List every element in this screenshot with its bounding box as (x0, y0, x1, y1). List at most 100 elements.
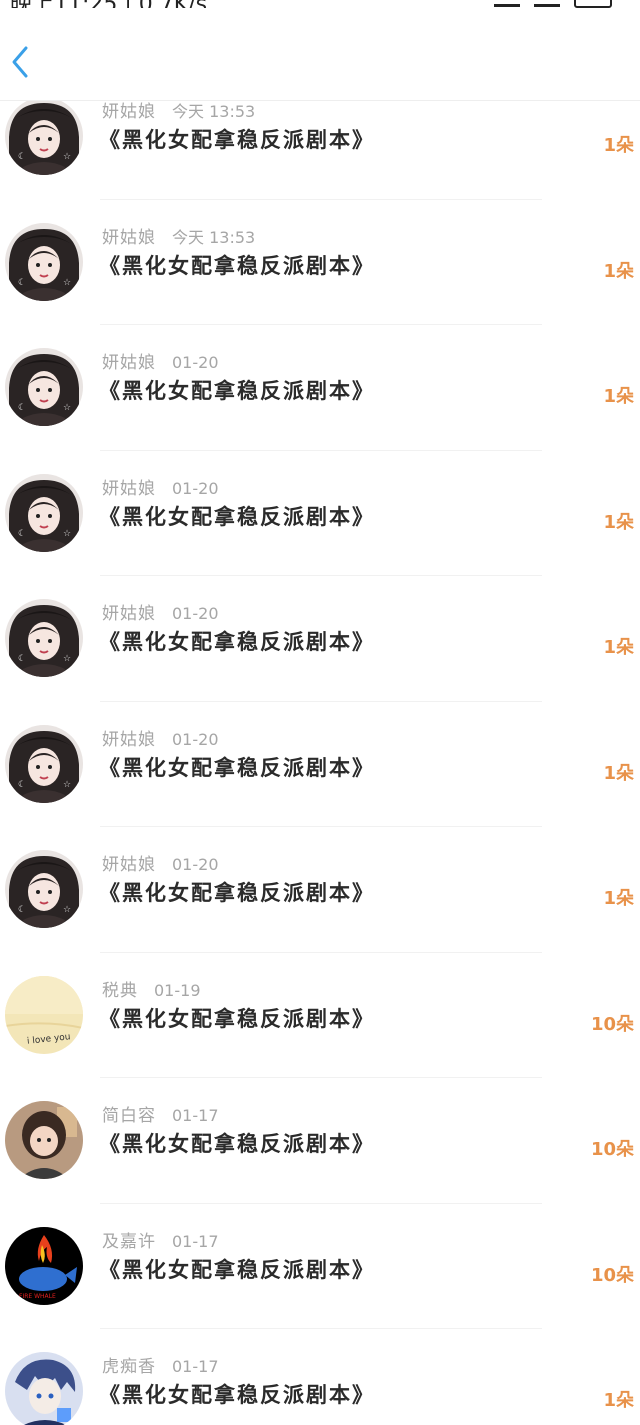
book-title[interactable]: 《黑化女配拿稳反派剧本》 (99, 1379, 375, 1409)
flower-count: 1朵 (603, 637, 634, 658)
user-name: 及嘉许 (102, 1231, 156, 1252)
reward-row[interactable]: ☾ ☆ 妍姑娘 01-20 《黑化女配拿稳反派剧本》 1朵 (0, 576, 640, 702)
reward-meta: 虎痴香 01-17 (102, 1352, 219, 1377)
user-name: 虎痴香 (102, 1357, 156, 1377)
reward-row[interactable]: ☾ ☆ 妍姑娘 今天 13:53 《黑化女配拿稳反派剧本》 1朵 (0, 200, 640, 325)
flower-count: 10朵 (590, 1264, 634, 1286)
reward-time: 今天 13:53 (172, 102, 256, 121)
reward-time: 01-20 (172, 604, 219, 623)
avatar[interactable]: ☾ ☆ (5, 599, 83, 677)
flower-count: 1朵 (603, 260, 634, 282)
reward-time: 01-17 (172, 1106, 219, 1125)
book-title[interactable]: 《黑化女配拿稳反派剧本》 (99, 1254, 375, 1284)
avatar[interactable]: ☾ ☆ (5, 100, 83, 175)
flower-count: 10朵 (590, 1139, 634, 1160)
avatar[interactable]: ☾ ☆ (5, 850, 83, 928)
user-name: 妍姑娘 (102, 478, 156, 499)
reward-time: 01-20 (172, 855, 219, 874)
reward-time: 01-17 (172, 1231, 219, 1251)
user-name: 妍姑娘 (102, 855, 156, 875)
avatar-caption: FIRE WHALE (19, 1293, 56, 1300)
flower-count: 1朵 (603, 511, 634, 533)
flower-count: 1朵 (603, 762, 634, 784)
book-title[interactable]: 《黑化女配拿稳反派剧本》 (99, 877, 375, 907)
status-text: 晚上11:25 | 0.7K/s (10, 0, 207, 8)
book-title[interactable]: 《黑化女配拿稳反派剧本》 (99, 626, 375, 656)
svg-text:☾: ☾ (18, 278, 26, 288)
avatar[interactable] (5, 1352, 83, 1425)
chevron-left-icon (12, 46, 28, 78)
reward-meta: 妍姑娘 今天 13:53 (102, 223, 255, 248)
reward-row[interactable]: FIRE WHALE 及嘉许 01-17 《黑化女配拿稳反派剧本》 10朵 (0, 1204, 640, 1329)
reward-row[interactable]: 虎痴香 01-17 《黑化女配拿稳反派剧本》 1朵 (0, 1329, 640, 1425)
status-bar: 晚上11:25 | 0.7K/s (0, 0, 640, 8)
reward-meta: 妍姑娘 今天 13:53 (102, 100, 255, 122)
reward-time: 01-20 (172, 729, 219, 749)
svg-text:☆: ☆ (63, 278, 71, 288)
book-title[interactable]: 《黑化女配拿稳反派剧本》 (99, 1128, 375, 1158)
user-name: 妍姑娘 (102, 604, 156, 624)
back-button[interactable] (4, 42, 38, 82)
reward-row[interactable]: ☾ ☆ 妍姑娘 01-20 《黑化女配拿稳反派剧本》 1朵 (0, 827, 640, 953)
avatar[interactable] (5, 1101, 83, 1179)
flower-count: 1朵 (603, 1390, 634, 1411)
wifi-icon (534, 0, 560, 7)
svg-text:☾: ☾ (18, 905, 26, 915)
reward-row[interactable]: ☾ ☆ 妍姑娘 01-20 《黑化女配拿稳反派剧本》 1朵 (0, 702, 640, 827)
reward-row[interactable]: ☾ ☆ 妍姑娘 01-20 《黑化女配拿稳反派剧本》 1朵 (0, 325, 640, 451)
svg-text:☾: ☾ (18, 654, 26, 664)
book-title[interactable]: 《黑化女配拿稳反派剧本》 (99, 752, 375, 782)
flower-count: 10朵 (590, 1013, 634, 1035)
status-icons (494, 0, 612, 8)
book-title[interactable]: 《黑化女配拿稳反派剧本》 (99, 1003, 375, 1033)
flower-count: 1朵 (603, 386, 634, 407)
avatar[interactable]: i love you (5, 975, 83, 1054)
reward-list: ☾ ☆ 妍姑娘 今天 13:53 《黑化女配拿稳反派剧本》 1朵 ☾ ☆ 妍姑娘 今天 13:53… (0, 100, 640, 1425)
reward-row[interactable]: ☾ ☆ 妍姑娘 今天 13:53 《黑化女配拿稳反派剧本》 1朵 (0, 100, 640, 200)
signal-icon (494, 0, 520, 7)
reward-row[interactable]: ☾ ☆ 妍姑娘 01-20 《黑化女配拿稳反派剧本》 1朵 (0, 451, 640, 576)
reward-meta: 妍姑娘 01-20 (102, 599, 219, 624)
reward-meta: 及嘉许 01-17 (102, 1227, 219, 1252)
avatar[interactable]: ☾ ☆ (5, 348, 83, 426)
user-name: 妍姑娘 (102, 227, 156, 248)
avatar[interactable]: ☾ ☆ (5, 724, 83, 803)
svg-text:☾: ☾ (18, 780, 26, 790)
svg-text:☆: ☆ (63, 403, 71, 413)
user-name: 简白容 (102, 1106, 156, 1126)
svg-text:☆: ☆ (63, 152, 71, 162)
reward-row[interactable]: 简白容 01-17 《黑化女配拿稳反派剧本》 10朵 (0, 1078, 640, 1204)
avatar[interactable]: ☾ ☆ (5, 222, 83, 301)
reward-meta: 简白容 01-17 (102, 1101, 219, 1126)
svg-text:☆: ☆ (63, 905, 71, 915)
reward-time: 01-17 (172, 1357, 219, 1376)
avatar[interactable]: ☾ ☆ (5, 473, 83, 552)
header (0, 8, 640, 101)
reward-time: 今天 13:53 (172, 227, 256, 247)
reward-meta: 税典 01-19 (102, 976, 201, 1001)
book-title[interactable]: 《黑化女配拿稳反派剧本》 (99, 501, 375, 531)
book-title[interactable]: 《黑化女配拿稳反派剧本》 (99, 375, 375, 405)
book-title[interactable]: 《黑化女配拿稳反派剧本》 (99, 124, 375, 154)
battery-icon (574, 0, 612, 8)
reward-time: 01-20 (172, 353, 219, 372)
user-name: 妍姑娘 (102, 729, 156, 750)
svg-text:☆: ☆ (63, 780, 71, 790)
svg-text:☾: ☾ (18, 152, 26, 162)
reward-list-inner: ☾ ☆ 妍姑娘 今天 13:53 《黑化女配拿稳反派剧本》 1朵 ☾ ☆ 妍姑娘 今天 13:53… (0, 100, 640, 1425)
svg-text:☾: ☾ (18, 529, 26, 539)
user-name: 税典 (102, 980, 138, 1001)
svg-text:☆: ☆ (63, 654, 71, 664)
book-title[interactable]: 《黑化女配拿稳反派剧本》 (99, 250, 375, 280)
flower-count: 1朵 (603, 888, 634, 909)
user-name: 妍姑娘 (102, 353, 156, 373)
avatar[interactable]: FIRE WHALE (5, 1226, 83, 1305)
svg-text:☆: ☆ (63, 529, 71, 539)
reward-meta: 妍姑娘 01-20 (102, 725, 219, 750)
reward-meta: 妍姑娘 01-20 (102, 474, 219, 499)
reward-time: 01-19 (154, 980, 201, 1000)
reward-row[interactable]: i love you 税典 01-19 《黑化女配拿稳反派剧本》 10朵 (0, 953, 640, 1078)
reward-meta: 妍姑娘 01-20 (102, 348, 219, 373)
svg-text:☾: ☾ (18, 403, 26, 413)
reward-time: 01-20 (172, 478, 219, 498)
